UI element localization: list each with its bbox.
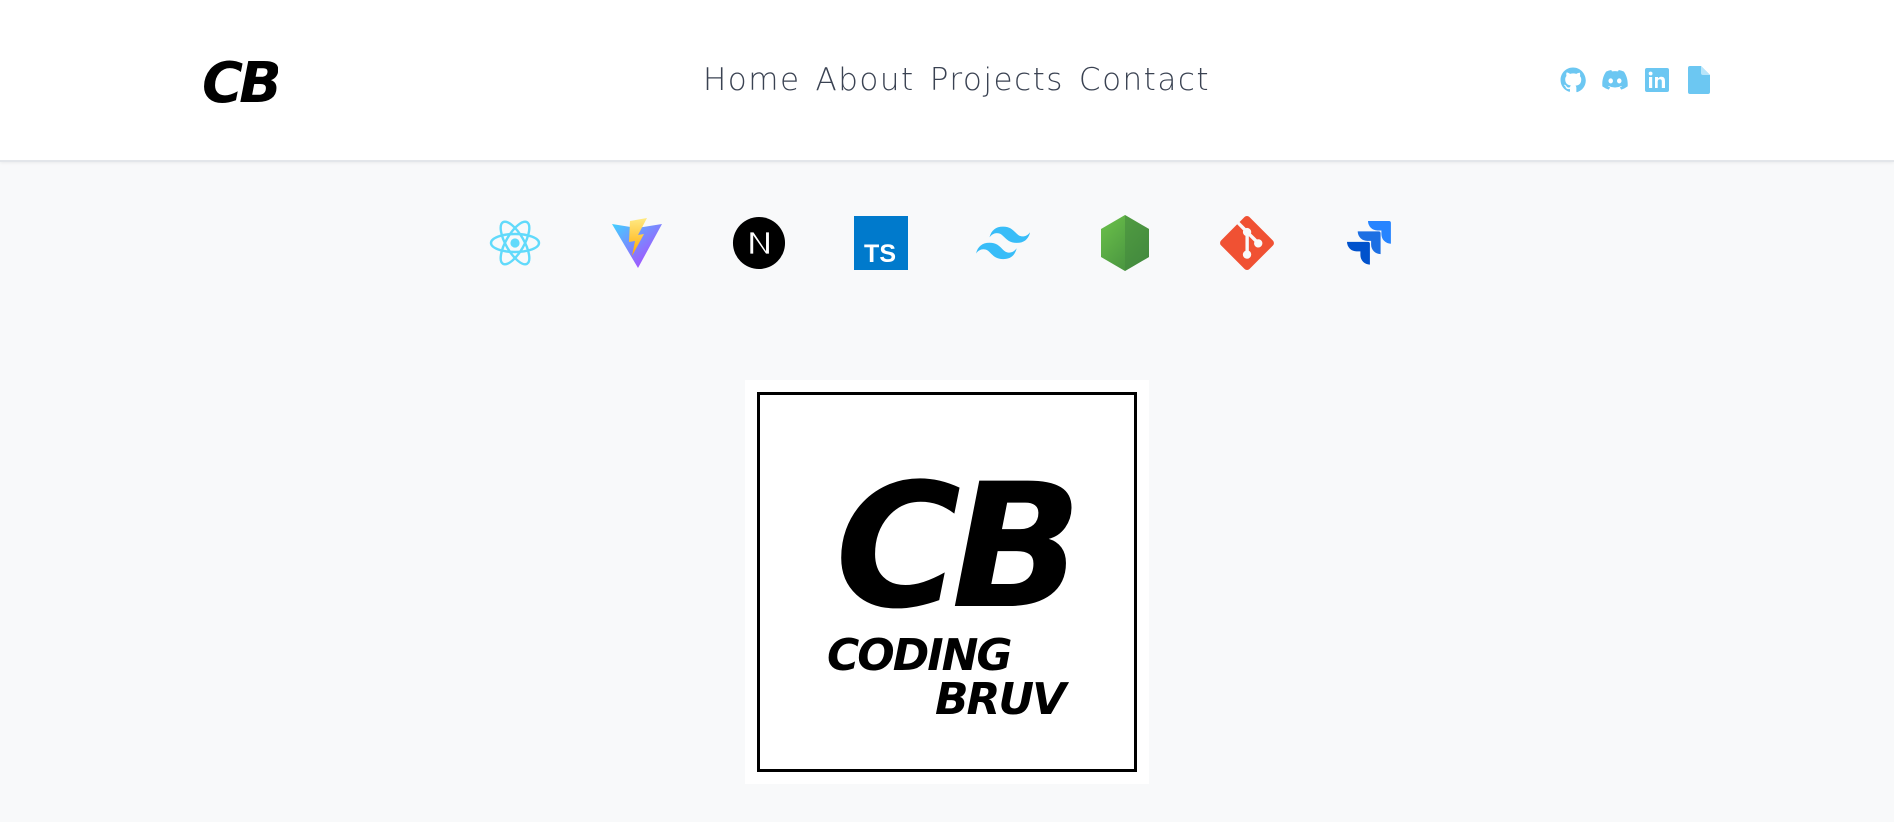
nav-projects-link[interactable]: Projects [930, 58, 1064, 102]
git-logo [1220, 215, 1274, 271]
social-links [1560, 66, 1712, 94]
typescript-icon: TS [854, 216, 908, 270]
tech-stack-row: TS [488, 215, 1396, 271]
nextjs-icon [732, 216, 786, 270]
nodejs-logo [1098, 215, 1152, 271]
react-logo [488, 215, 542, 271]
cb-logo[interactable]: CB [200, 48, 278, 114]
vite-icon [612, 218, 662, 268]
typescript-text: TS [864, 240, 896, 268]
nav-contact-link[interactable]: Contact [1079, 58, 1210, 102]
github-icon [1560, 67, 1586, 93]
linkedin-link[interactable] [1644, 66, 1670, 94]
nav-about-link[interactable]: About [816, 58, 915, 102]
discord-link[interactable] [1602, 66, 1628, 94]
vite-logo [610, 215, 664, 271]
resume-document-icon [1688, 66, 1710, 94]
linkedin-icon [1645, 68, 1669, 92]
hero-logo-card: CB CODING BRUV [745, 380, 1149, 784]
nextjs-logo [732, 215, 786, 271]
tailwind-logo [976, 215, 1030, 271]
nav-home-link[interactable]: Home [703, 58, 801, 102]
jira-logo [1342, 215, 1396, 271]
coding-bruv-logo: CB CODING BRUV [827, 446, 1082, 725]
git-icon [1220, 216, 1274, 270]
main-nav: Home About Projects Contact [703, 58, 1210, 102]
hero-monogram: CB [835, 446, 1072, 647]
discord-icon [1602, 69, 1628, 90]
typescript-logo: TS [854, 215, 908, 271]
resume-link[interactable] [1686, 66, 1712, 94]
jira-icon [1347, 221, 1391, 265]
site-header: CB Home About Projects Contact [0, 0, 1894, 162]
tailwind-icon [976, 226, 1030, 260]
hero-line-bruv: BRUV [935, 674, 1069, 725]
github-link[interactable] [1560, 66, 1586, 94]
nodejs-icon [1101, 215, 1149, 271]
logo-text: CB [202, 51, 278, 114]
react-icon [489, 220, 541, 266]
